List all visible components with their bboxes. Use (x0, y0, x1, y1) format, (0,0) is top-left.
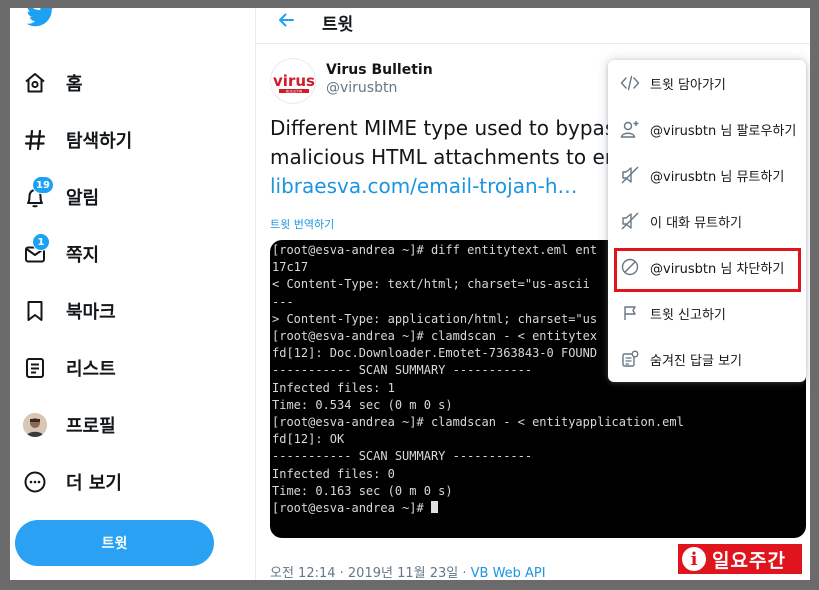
menu-item-label: 숨겨진 답글 보기 (650, 353, 742, 369)
menu-item-embed-tweet[interactable]: 트윗 담아가기 (608, 60, 806, 106)
twitter-window: 홈 탐색하기 19 알림 1 쪽지 북마크 리스트 프로필 더 보기 트윗 트윗… (10, 8, 810, 580)
menu-item-label: @virusbtn 님 뮤트하기 (650, 169, 785, 185)
list-icon (22, 355, 48, 381)
watermark-text: 일요주간 (712, 549, 786, 572)
profile-icon-wrap (22, 412, 48, 438)
terminal-line: Time: 0.163 sec (0 m 0 s) (272, 483, 453, 498)
nav-lists[interactable]: 리스트 (22, 345, 116, 391)
author-name[interactable]: Virus Bulletin (326, 62, 433, 78)
nav-bookmarks[interactable]: 북마크 (22, 288, 116, 334)
nav-profile[interactable]: 프로필 (22, 402, 116, 448)
back-arrow-icon[interactable] (276, 10, 296, 30)
tweet-meta: 오전 12:14 · 2019년 11월 23일 · VB Web API (270, 562, 546, 580)
menu-item-mute-conversation[interactable]: 이 대화 뮤트하기 (608, 198, 806, 244)
highlight-box (614, 248, 801, 292)
terminal-line: Infected files: 1 (272, 380, 395, 395)
flag-icon (620, 303, 640, 323)
twitter-logo-icon[interactable] (26, 8, 56, 32)
menu-item-label: 트윗 담아가기 (650, 77, 726, 93)
tweet-text-line1: Different MIME type used to bypass (270, 116, 626, 140)
nav-messages-label: 쪽지 (66, 245, 100, 266)
menu-item-report-tweet[interactable]: 트윗 신고하기 (608, 290, 806, 336)
tweet-button[interactable]: 트윗 (15, 520, 214, 566)
hidden-replies-icon (620, 349, 640, 369)
avatar-logo-subtext: BULLETIN (286, 89, 303, 93)
nav-explore-label: 탐색하기 (66, 131, 133, 152)
menu-item-follow[interactable]: @virusbtn 님 팔로우하기 (608, 106, 806, 152)
hashtag-icon (22, 127, 48, 153)
tweet-source[interactable]: VB Web API (471, 566, 546, 580)
author-avatar[interactable]: virus BULLETIN (270, 58, 316, 104)
watermark-logo: i 일요주간 (678, 544, 802, 574)
terminal-line: fd[12]: OK (272, 432, 345, 447)
mute-icon (620, 165, 640, 185)
home-icon (22, 70, 48, 96)
avatar (23, 413, 47, 437)
follow-icon (620, 119, 640, 139)
envelope-icon: 1 (22, 233, 50, 267)
code-icon (620, 73, 640, 93)
menu-item-mute-user[interactable]: @virusbtn 님 뮤트하기 (608, 152, 806, 198)
nav-lists-label: 리스트 (66, 359, 116, 380)
nav-bookmarks-label: 북마크 (66, 302, 116, 323)
nav-more-label: 더 보기 (66, 473, 122, 494)
mute-conversation-icon (620, 211, 640, 231)
nav-more[interactable]: 더 보기 (22, 459, 122, 505)
menu-item-hidden-replies[interactable]: 숨겨진 답글 보기 (608, 336, 806, 382)
nav-notifications[interactable]: 19 알림 (22, 174, 99, 220)
author-handle[interactable]: @virusbtn (326, 80, 397, 96)
terminal-line: ----------- SCAN SUMMARY ----------- (272, 449, 533, 464)
terminal-prompt: [root@esva-andrea ~]# (272, 501, 431, 516)
page-title: 트윗 (322, 15, 354, 35)
page-header: 트윗 (256, 8, 810, 44)
tweet-text: Different MIME type used to bypass malic… (270, 114, 626, 201)
avatar-logo-text: virus (273, 72, 315, 90)
tweet-options-menu: 트윗 담아가기 @virusbtn 님 팔로우하기 @virusbtn 님 뮤트… (608, 60, 806, 382)
tweet-link[interactable]: libraesva.com/email-trojan-h… (270, 172, 626, 201)
terminal-line: [root@esva-andrea ~]# clamdscan - < enti… (272, 415, 684, 430)
terminal-cursor (430, 501, 438, 514)
bell-icon: 19 (22, 176, 54, 210)
nav-explore[interactable]: 탐색하기 (22, 117, 132, 163)
menu-item-label: 이 대화 뮤트하기 (650, 215, 742, 231)
nav-messages[interactable]: 1 쪽지 (22, 231, 99, 277)
terminal-line: Time: 0.534 sec (0 m 0 s) (272, 397, 453, 412)
nav-home-label: 홈 (66, 74, 83, 95)
notifications-badge: 19 (32, 176, 54, 194)
tweet-text-line2: malicious HTML attachments to em (270, 145, 625, 169)
terminal-line: Infected files: 0 (272, 466, 395, 481)
translate-tweet-link[interactable]: 트윗 번역하기 (270, 216, 334, 232)
more-icon (22, 469, 48, 495)
terminal-prompt-line: [root@esva-andrea ~]# (272, 500, 804, 517)
menu-item-label: 트윗 신고하기 (650, 307, 726, 323)
sidebar: 홈 탐색하기 19 알림 1 쪽지 북마크 리스트 프로필 더 보기 트윗 (10, 8, 256, 580)
nav-profile-label: 프로필 (66, 416, 116, 437)
messages-badge: 1 (32, 233, 50, 251)
bookmark-icon (22, 298, 48, 324)
watermark-i-icon: i (682, 547, 706, 571)
menu-item-label: @virusbtn 님 팔로우하기 (650, 123, 797, 139)
tweet-timestamp[interactable]: 오전 12:14 · 2019년 11월 23일 · (270, 566, 471, 580)
nav-home[interactable]: 홈 (22, 60, 83, 106)
nav-notifications-label: 알림 (66, 188, 100, 209)
